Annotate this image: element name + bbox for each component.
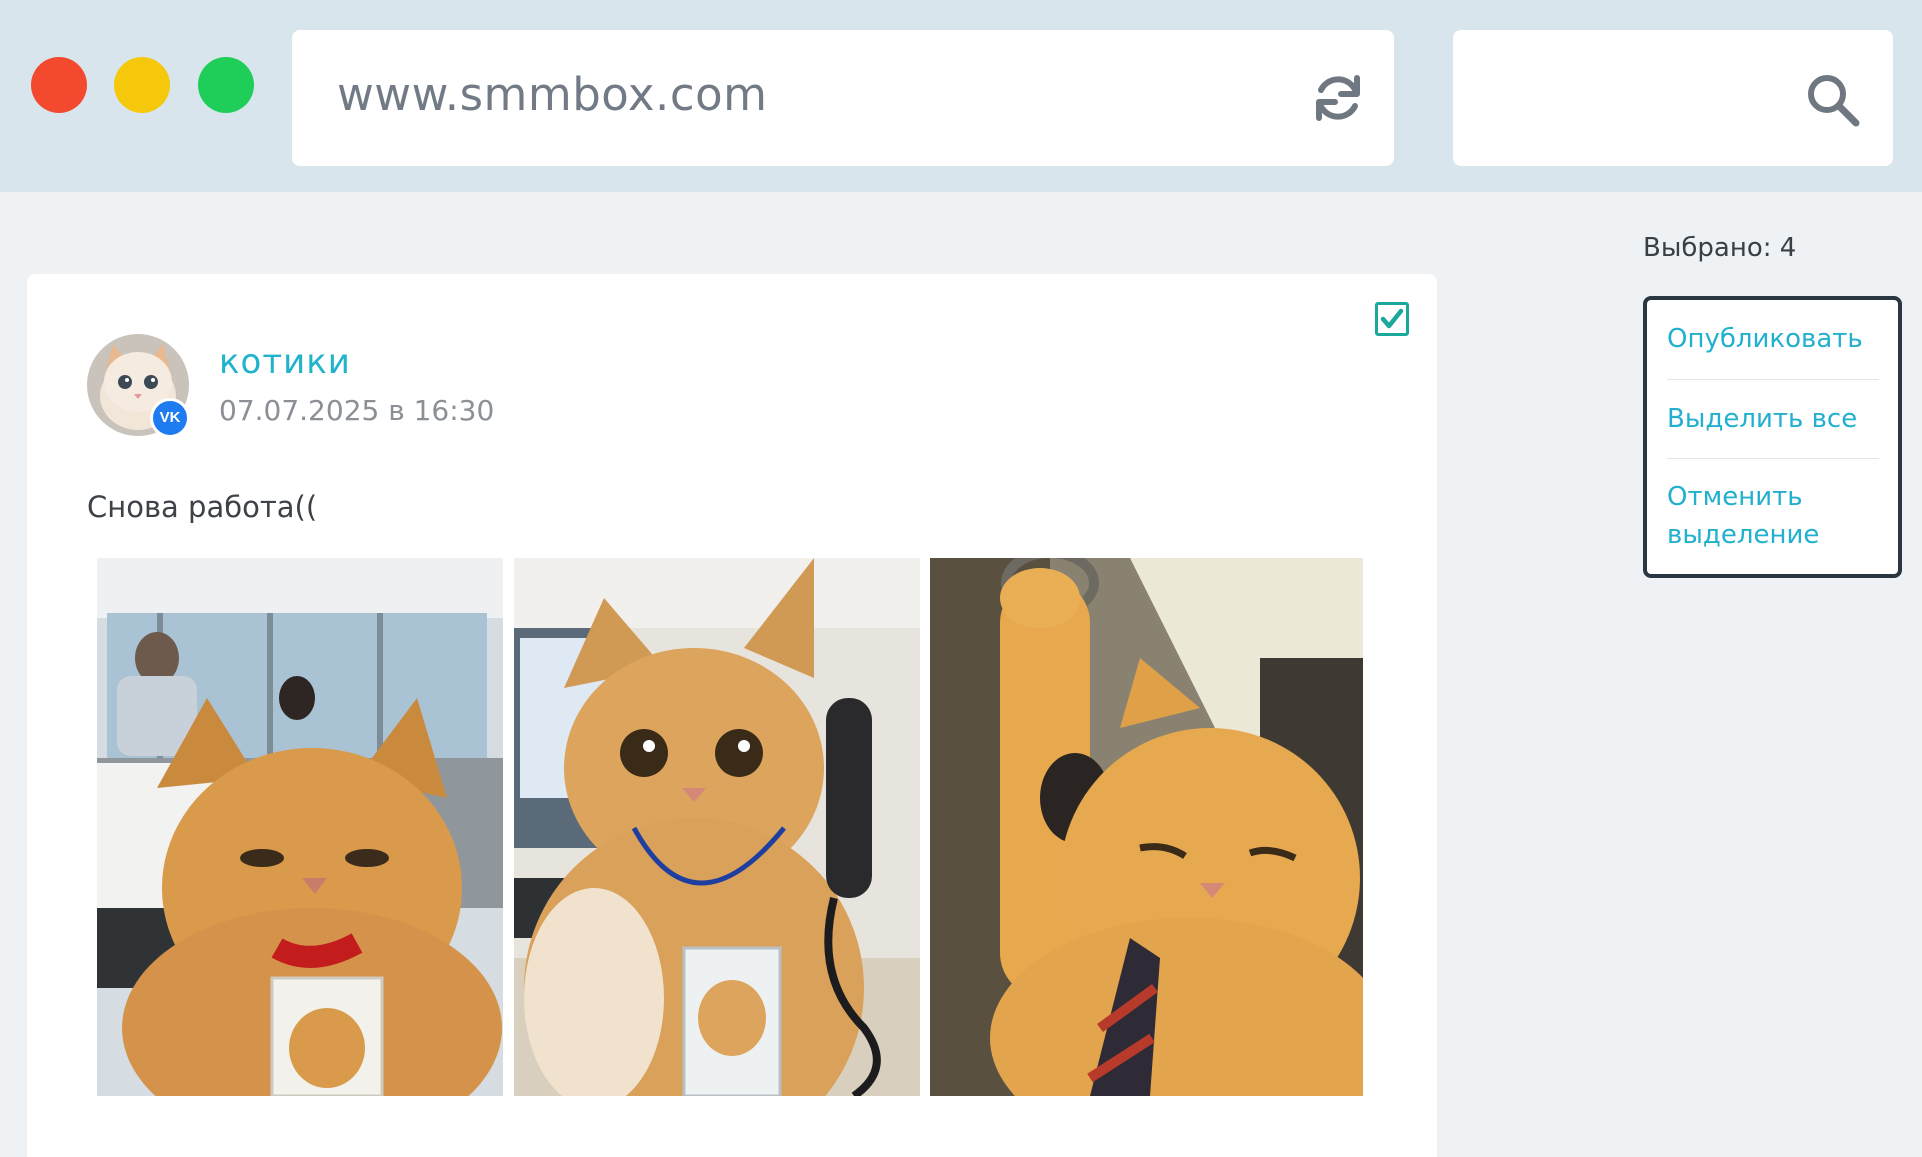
vk-badge-icon: VK xyxy=(150,398,190,438)
group-name-link[interactable]: котики xyxy=(219,342,351,382)
search-icon[interactable] xyxy=(1803,70,1863,130)
search-input[interactable] xyxy=(1453,30,1893,166)
post-photo[interactable] xyxy=(97,558,503,1096)
select-all-button[interactable]: Выделить все xyxy=(1667,400,1879,438)
selected-count: Выбрано: 4 xyxy=(1643,233,1797,263)
window-maximize-button[interactable] xyxy=(198,57,254,113)
reload-icon[interactable] xyxy=(1310,70,1366,126)
post-photo[interactable] xyxy=(930,558,1363,1096)
post-date: 07.07.2025 в 16:30 xyxy=(219,394,495,427)
divider xyxy=(1667,379,1879,380)
divider xyxy=(1667,458,1879,459)
browser-toolbar: www.smmbox.com xyxy=(0,0,1922,192)
post-card[interactable]: VK котики 07.07.2025 в 16:30 Снова работ… xyxy=(27,274,1437,1157)
post-photo[interactable] xyxy=(514,558,920,1096)
deselect-button[interactable]: Отменить выделение xyxy=(1667,478,1879,554)
address-bar[interactable]: www.smmbox.com xyxy=(292,30,1394,166)
window-minimize-button[interactable] xyxy=(114,57,170,113)
post-text: Снова работа(( xyxy=(87,490,318,524)
checkmark-icon xyxy=(1380,308,1404,329)
actions-menu: Опубликовать Выделить все Отменить выдел… xyxy=(1643,296,1902,578)
post-select-checkbox[interactable] xyxy=(1375,302,1409,336)
window-close-button[interactable] xyxy=(31,57,87,113)
publish-button[interactable]: Опубликовать xyxy=(1667,320,1879,358)
url-text: www.smmbox.com xyxy=(337,68,768,121)
